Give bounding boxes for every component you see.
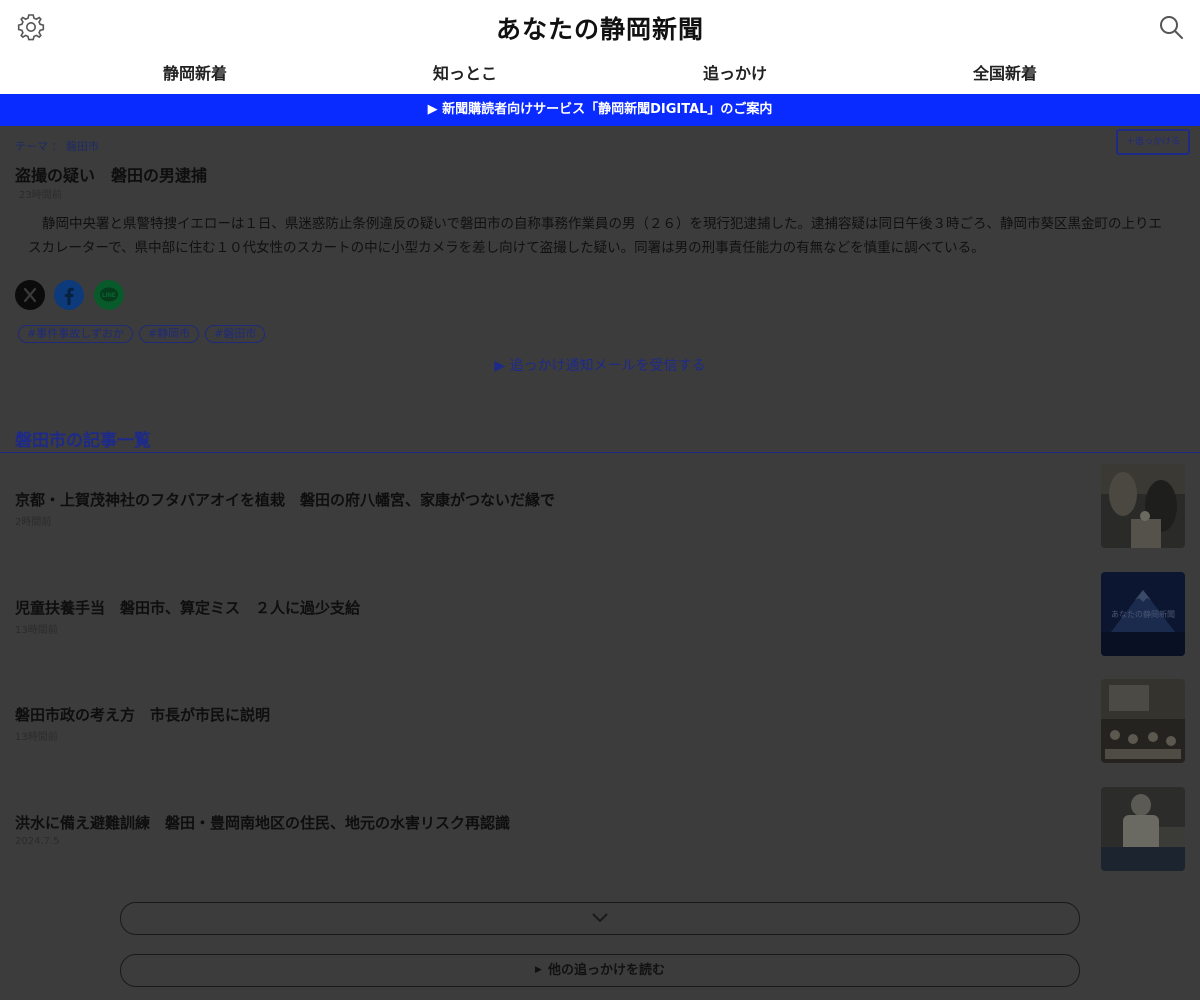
tag-shizuoka-city[interactable]: #静岡市 bbox=[139, 325, 200, 343]
facebook-icon bbox=[64, 287, 74, 305]
list-item[interactable]: 磐田市政の考え方 市長が市民に説明 13時間前 bbox=[0, 679, 1200, 787]
show-more-button[interactable] bbox=[120, 902, 1080, 935]
tag-jiken-jiko[interactable]: #事件事故しずおか bbox=[18, 325, 133, 343]
x-icon bbox=[23, 287, 37, 303]
read-other-okkake-button[interactable]: ▶ 他の追っかけを読む bbox=[120, 954, 1080, 987]
thumbnail-photo-evacuation bbox=[1101, 786, 1185, 871]
section-divider bbox=[0, 452, 1200, 453]
breadcrumb-theme[interactable]: 磐田市 bbox=[66, 140, 99, 153]
tag-list: #事件事故しずおか #静岡市 #磐田市 bbox=[18, 322, 271, 343]
main-nav: 静岡新着 知っとこ 追っかけ 全国新着 bbox=[0, 60, 1200, 86]
play-triangle-icon: ▶ bbox=[535, 965, 542, 975]
line-icon: LINE bbox=[100, 287, 118, 302]
list-item[interactable]: 京都・上賀茂神社のフタバアオイを植栽 磐田の府八幡宮、家康がつないだ縁で 2時間… bbox=[0, 464, 1200, 572]
tag-iwata-city[interactable]: #磐田市 bbox=[205, 325, 266, 343]
list-item-time: 13時間前 bbox=[15, 624, 58, 636]
list-item-thumbnail[interactable] bbox=[1101, 464, 1185, 548]
digital-service-banner[interactable]: ▶ 新聞購読者向けサービス「静岡新聞DIGITAL」のご案内 bbox=[0, 94, 1200, 126]
breadcrumb-separator: ： bbox=[51, 140, 63, 153]
share-line-button[interactable]: LINE bbox=[94, 280, 124, 310]
search-icon bbox=[1160, 16, 1183, 39]
list-item-time: 2024.7.5 bbox=[15, 835, 60, 847]
notify-mail-link[interactable]: ▶ 追っかけ通知メールを受信する bbox=[0, 355, 1200, 375]
list-item[interactable]: 児童扶養手当 磐田市、算定ミス ２人に過少支給 13時間前 あなたの静岡新聞 bbox=[0, 571, 1200, 680]
section-title: 磐田市の記事一覧 bbox=[15, 431, 151, 451]
nav-item-shizuoka-new[interactable]: 静岡新着 bbox=[95, 60, 295, 84]
list-item-thumbnail[interactable]: あなたの静岡新聞 bbox=[1101, 571, 1185, 656]
site-header: あなたの静岡新聞 静岡新着 知っとこ 追っかけ 全国新着 bbox=[0, 0, 1200, 94]
nav-item-okkake[interactable]: 追っかけ bbox=[635, 60, 835, 84]
chevron-down-icon bbox=[592, 913, 608, 923]
list-item-time: 2時間前 bbox=[15, 517, 52, 528]
article-list: 京都・上賀茂神社のフタバアオイを植栽 磐田の府八幡宮、家康がつないだ縁で 2時間… bbox=[0, 464, 1200, 894]
article-title: 盗撮の疑い 磐田の男逮捕 bbox=[15, 166, 208, 185]
list-item-time: 13時間前 bbox=[15, 732, 58, 743]
list-item[interactable]: 洪水に備え避難訓練 磐田・豊岡南地区の住民、地元の水害リスク再認識 2024.7… bbox=[0, 786, 1200, 895]
list-item-title[interactable]: 児童扶養手当 磐田市、算定ミス ２人に過少支給 bbox=[15, 597, 360, 618]
list-item-title[interactable]: 磐田市政の考え方 市長が市民に説明 bbox=[15, 704, 270, 725]
article-body: 静岡中央署と県警特捜イエローは１日、県迷惑防止条例違反の疑いで磐田市の自称事務作… bbox=[28, 216, 1162, 256]
line-logo-text: LINE bbox=[102, 293, 116, 299]
thumbnail-placeholder-text: あなたの静岡新聞 bbox=[1111, 609, 1175, 619]
share-x-button[interactable] bbox=[15, 280, 45, 310]
article-area: テーマ ： 磐田市 ＋追っかける 盗撮の疑い 磐田の男逮捕 23時間前 静岡中央… bbox=[0, 126, 1200, 1000]
thumbnail-photo-meeting bbox=[1101, 679, 1185, 763]
list-item-title[interactable]: 京都・上賀茂神社のフタバアオイを植栽 磐田の府八幡宮、家康がつないだ縁で bbox=[15, 489, 555, 510]
read-other-okkake-label: 他の追っかけを読む bbox=[547, 963, 665, 978]
breadcrumb-label: テーマ bbox=[15, 140, 48, 153]
list-item-thumbnail[interactable] bbox=[1101, 679, 1185, 763]
nav-item-national-new[interactable]: 全国新着 bbox=[905, 60, 1105, 84]
search-button[interactable] bbox=[1155, 11, 1187, 43]
list-item-thumbnail[interactable] bbox=[1101, 786, 1185, 871]
breadcrumb: テーマ ： 磐田市 bbox=[15, 138, 99, 154]
share-facebook-button[interactable] bbox=[54, 280, 84, 310]
site-title[interactable]: あなたの静岡新聞 bbox=[0, 10, 1200, 46]
thumbnail-photo-people bbox=[1101, 464, 1185, 548]
follow-button[interactable]: ＋追っかける bbox=[1116, 129, 1190, 155]
thumbnail-placeholder-fuji: あなたの静岡新聞 bbox=[1101, 571, 1185, 656]
nav-item-shittoko[interactable]: 知っとこ bbox=[365, 60, 565, 84]
article-timestamp: 23時間前 bbox=[19, 190, 62, 201]
list-item-title[interactable]: 洪水に備え避難訓練 磐田・豊岡南地区の住民、地元の水害リスク再認識 bbox=[15, 812, 510, 833]
